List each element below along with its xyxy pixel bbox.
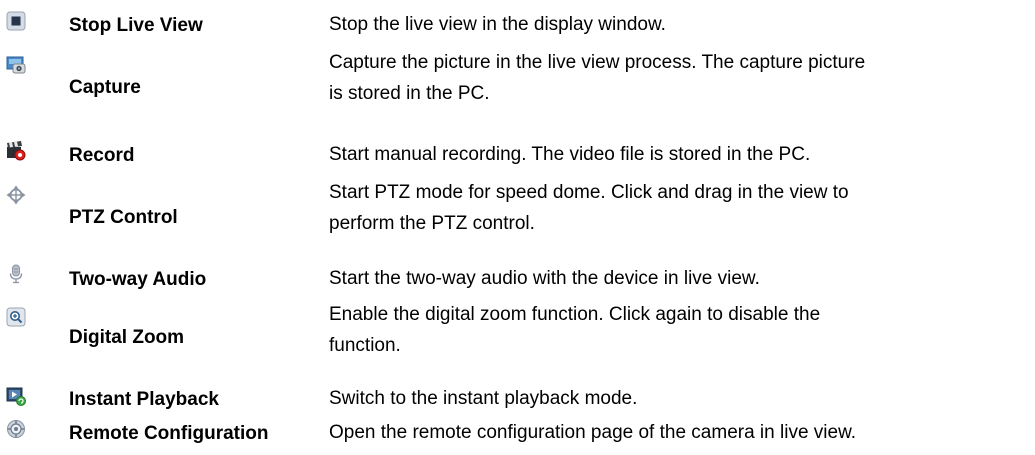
remote-configuration-icon [6,419,26,439]
description-line: Enable the digital zoom function. Click … [329,304,821,325]
row-description: Start the two-way audio with the device … [329,263,1029,294]
description-line: Switch to the instant playback mode. [329,388,638,409]
row-description: Open the remote configuration page of th… [329,417,1029,448]
row-description: Start manual recording. The video file i… [329,139,1029,170]
row-name: Stop Live View [69,15,203,36]
toolbar-help-table: Stop Live View Stop the live view in the… [0,0,1035,455]
instant-playback-icon [6,386,26,406]
description-line: Start manual recording. The video file i… [329,144,811,165]
description-line: Start the two-way audio with the device … [329,268,760,289]
row-name: Instant Playback [69,389,219,410]
description-line: function. [329,335,401,356]
row-description: Start PTZ mode for speed dome. Click and… [329,177,1029,239]
description-line: perform the PTZ control. [329,213,535,234]
row-name: Digital Zoom [69,327,185,348]
row-description: Switch to the instant playback mode. [329,383,1029,414]
stop-live-view-icon [6,11,26,31]
two-way-audio-icon [6,264,26,284]
row-name: PTZ Control [69,207,178,228]
description-line: Start PTZ mode for speed dome. Click and… [329,182,849,203]
description-line: Open the remote configuration page of th… [329,422,857,443]
row-name: Two-way Audio [69,269,207,290]
record-icon [6,141,26,161]
capture-icon [6,55,26,75]
digital-zoom-icon [6,307,26,327]
row-description: Stop the live view in the display window… [329,9,1029,40]
row-name: Record [69,145,135,166]
row-name: Remote Configuration [69,423,269,444]
description-line: Capture the picture in the live view pro… [329,52,866,73]
description-line: Stop the live view in the display window… [329,14,666,35]
ptz-control-icon [6,185,26,205]
row-description: Enable the digital zoom function. Click … [329,299,1029,361]
description-line: is stored in the PC. [329,83,490,104]
row-description: Capture the picture in the live view pro… [329,47,1029,109]
row-name: Capture [69,77,141,98]
